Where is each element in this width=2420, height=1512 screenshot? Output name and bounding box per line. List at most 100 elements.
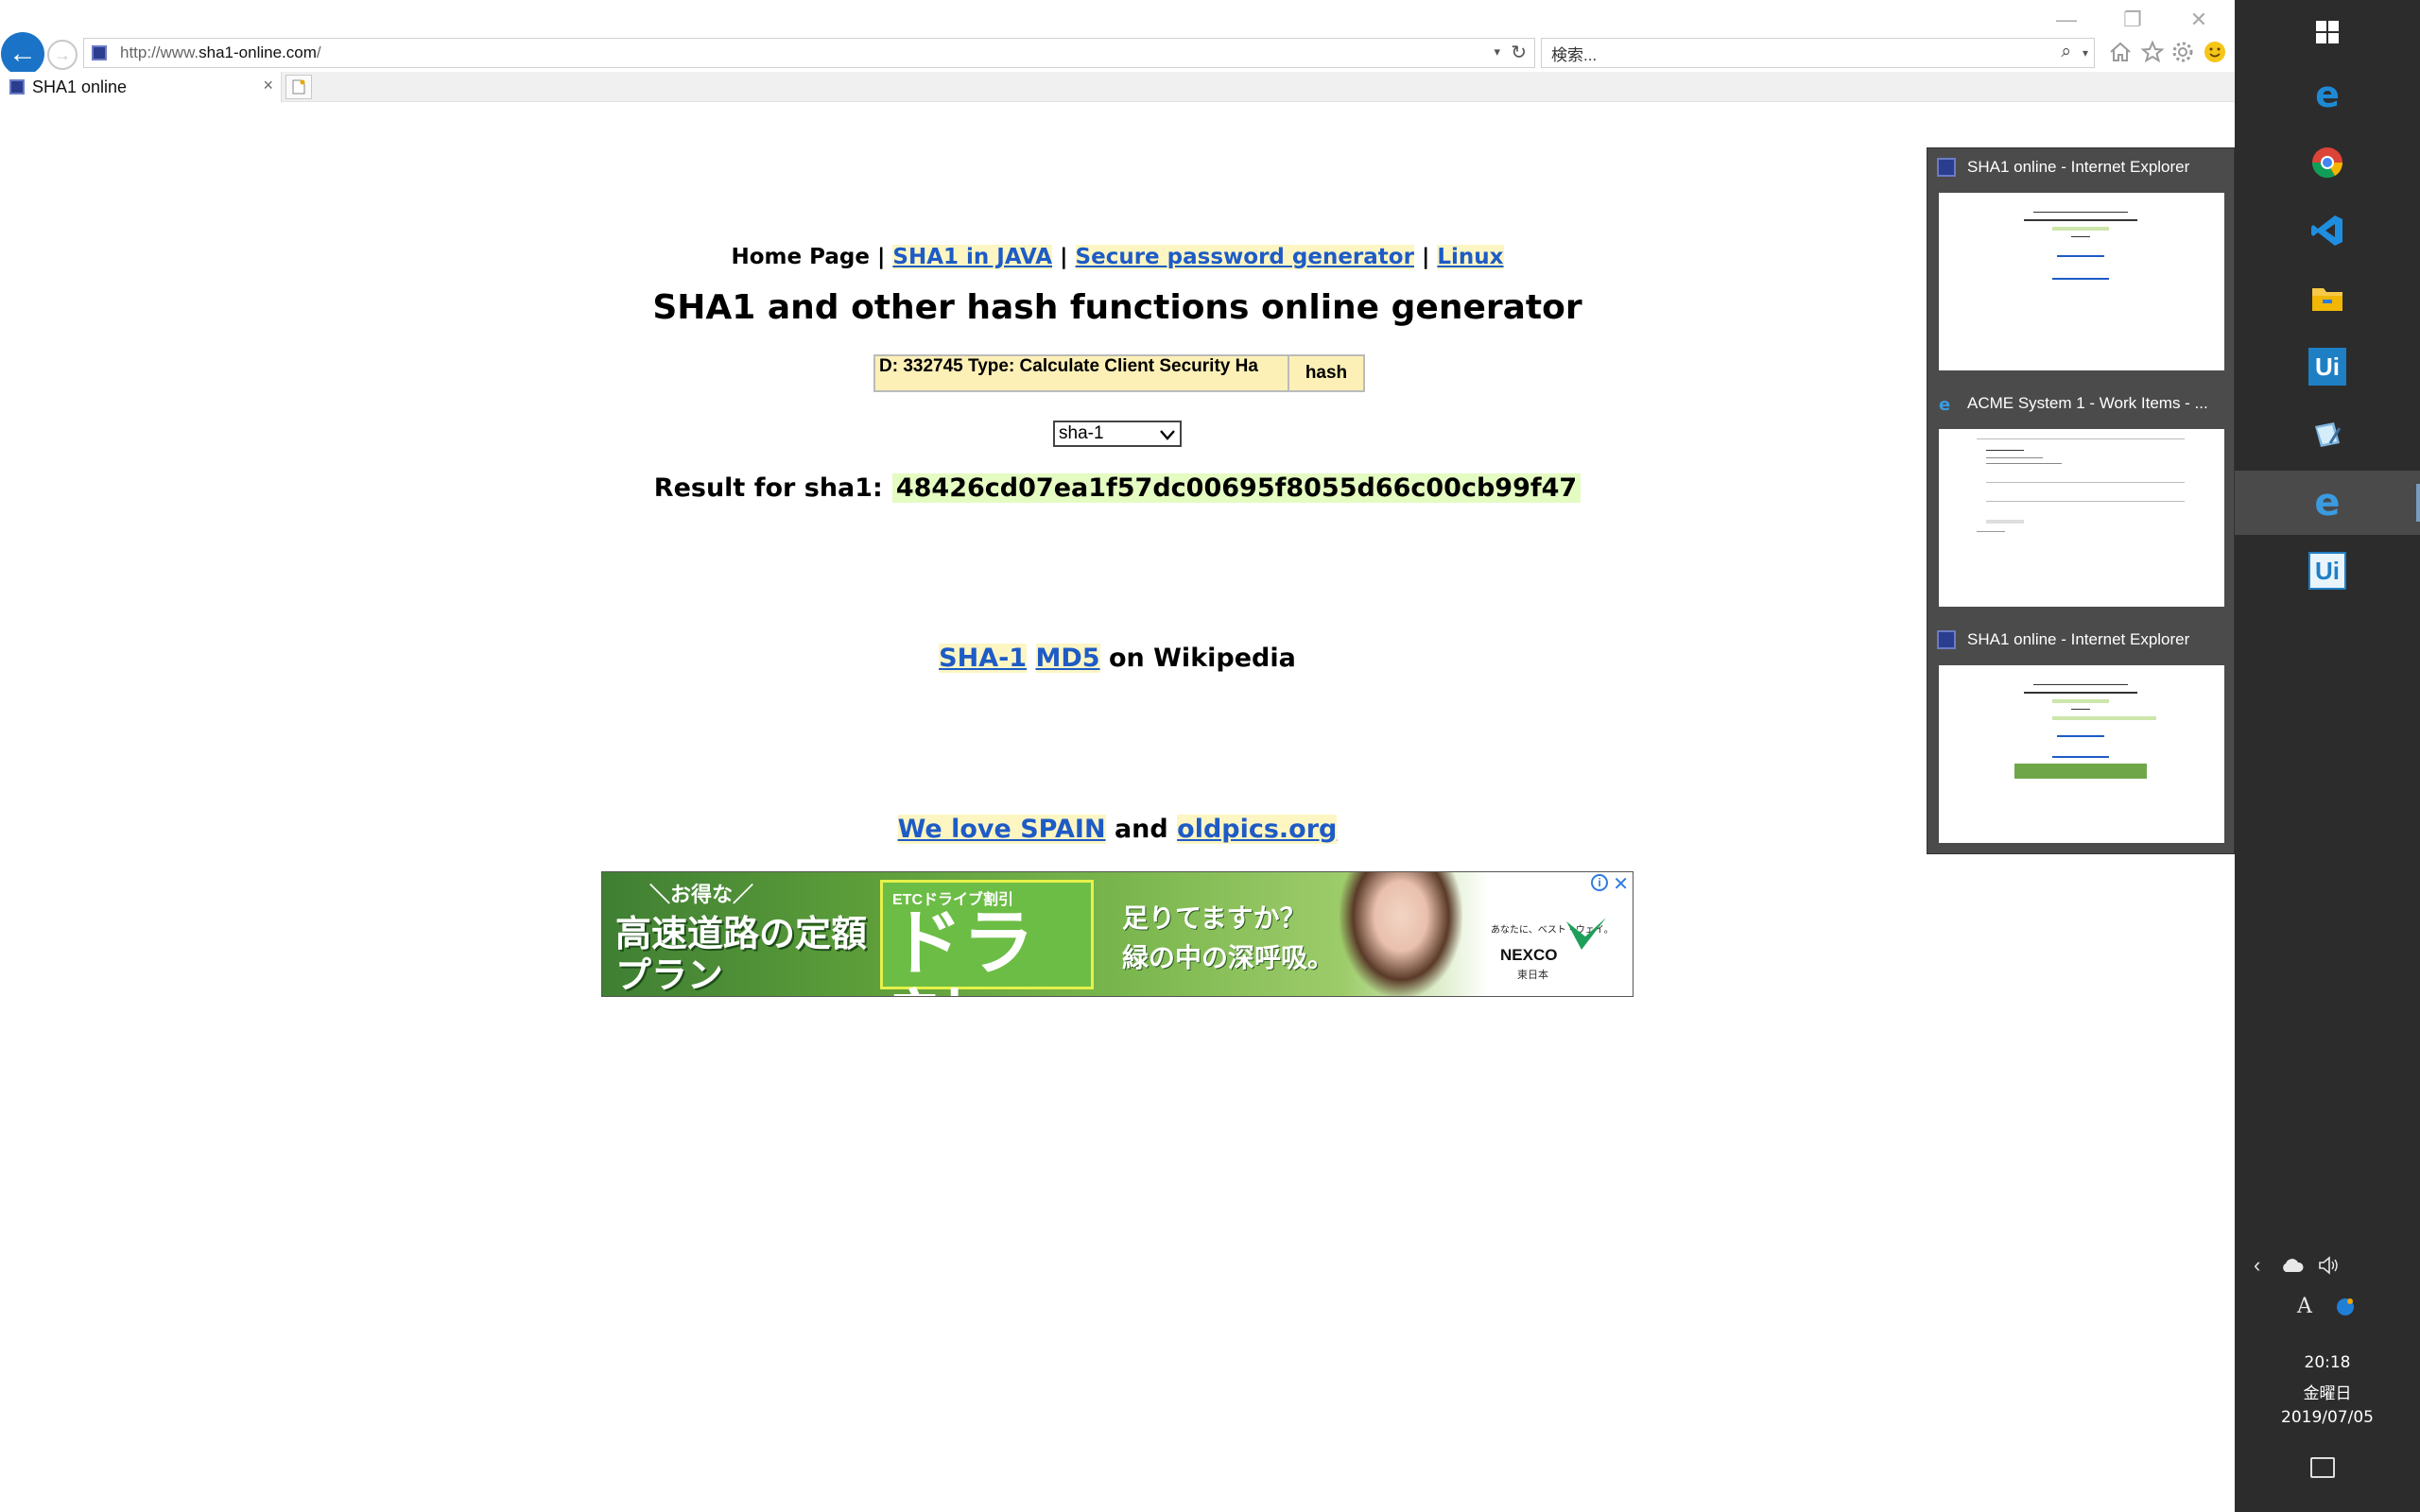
nav-separator: | (1060, 245, 1068, 269)
ad-tagline: ＼お得な／ (649, 883, 754, 906)
thumbnail-preview (1939, 665, 2224, 843)
hash-form: D: 332745 Type: Calculate Client Securit… (873, 354, 1365, 392)
new-tab-button[interactable] (285, 75, 312, 99)
thumbnail-preview (1939, 429, 2224, 607)
page-title: SHA1 and other hash functions online gen… (652, 288, 1582, 327)
thumbnail-title: SHA1 online - Internet Explorer (1967, 630, 2190, 648)
uipath-studio-icon[interactable]: Ui (2235, 335, 2420, 399)
hash-button[interactable]: hash (1289, 354, 1365, 392)
ad-copy: 足りてますか？ 緑の中の深呼吸。 (1122, 899, 1334, 978)
algorithm-select[interactable]: sha-1 (1053, 421, 1182, 447)
thumbnail-title: SHA1 online - Internet Explorer (1967, 158, 2190, 176)
browser-toolbar: ← → http://www.sha1-online.com/ ▾ ↻ 検索..… (0, 0, 2235, 83)
close-window-button[interactable]: ✕ (2180, 6, 2218, 34)
ad-close-icon[interactable]: ✕ (1613, 872, 1629, 895)
active-app-indicator (2416, 484, 2420, 522)
result-hash-value: 48426cd07ea1f57dc00695f8055d66c00cb99f47 (891, 473, 1582, 503)
and-text: and (1114, 815, 1168, 844)
home-icon[interactable] (2106, 38, 2135, 66)
edge-icon[interactable]: e (2235, 62, 2420, 127)
hash-text-input[interactable]: D: 332745 Type: Calculate Client Securit… (873, 354, 1289, 392)
link-we-love-spain[interactable]: We love SPAIN (897, 815, 1106, 844)
ad-badge: ETCドライブ割引 ドラ割 (880, 880, 1094, 996)
tab-close-icon[interactable]: × (263, 76, 273, 95)
onedrive-icon[interactable] (2280, 1255, 2305, 1280)
thumbnail-title: ACME System 1 - Work Items - ... (1967, 394, 2208, 412)
nexco-logo-icon (1566, 918, 1606, 950)
ad-model-image (1340, 872, 1462, 996)
search-icon[interactable]: ⌕ (2061, 42, 2071, 62)
action-center-icon[interactable] (2310, 1457, 2335, 1478)
nav-link-password-generator[interactable]: Secure password generator (1075, 245, 1414, 269)
windows-taskbar: e Ui e Ui ‹ A 20:18 金曜日 2019/07/05 (2235, 0, 2420, 1512)
ad-copy-line2: 緑の中の深呼吸。 (1122, 943, 1335, 972)
link-oldpics[interactable]: oldpics.org (1177, 815, 1338, 844)
advertisement-banner[interactable]: ＼お得な／ 高速道路の定額プラン ETCドライブ割引 ドラ割 足りてますか？ 緑… (601, 871, 1634, 997)
clock-date[interactable]: 2019/07/05 (2235, 1408, 2420, 1427)
back-button[interactable]: ← (1, 32, 44, 76)
chrome-icon[interactable] (2235, 130, 2420, 195)
search-placeholder: 検索... (1551, 45, 1598, 64)
clock-day[interactable]: 金曜日 (2235, 1380, 2420, 1403)
nav-separator: | (1421, 245, 1430, 269)
internet-explorer-icon: e (1939, 395, 1950, 413)
ad-copy-line1: 足りてますか？ (1122, 903, 1306, 933)
tab-favicon-icon (9, 79, 25, 94)
tab-strip: SHA1 online × (0, 72, 2235, 102)
maximize-button[interactable]: ❐ (2114, 6, 2152, 34)
thumbnail-sha1-online-1[interactable]: SHA1 online - Internet Explorer (1927, 148, 2236, 385)
top-navigation: Home Page | SHA1 in JAVA | Secure passwo… (0, 245, 2235, 269)
minimize-button[interactable]: — (2048, 6, 2085, 34)
forward-button[interactable]: → (47, 40, 78, 70)
algorithm-selected-value: sha-1 (1059, 423, 1104, 443)
feedback-smile-icon[interactable] (2201, 38, 2229, 66)
uipath-robot-icon[interactable]: Ui (2235, 539, 2420, 603)
thumbnail-sha1-online-2[interactable]: SHA1 online - Internet Explorer (1927, 621, 2236, 857)
clock-time[interactable]: 20:18 (2235, 1353, 2420, 1372)
thumbnail-acme-system[interactable]: e ACME System 1 - Work Items - ... (1927, 385, 2236, 621)
vscode-icon[interactable] (2235, 198, 2420, 263)
web-page: Home Page | SHA1 in JAVA | Secure passwo… (0, 103, 2235, 1512)
result-line: Result for sha1: 48426cd07ea1f57dc00695f8… (0, 473, 2235, 503)
ime-mode-icon[interactable]: A (2297, 1295, 2312, 1318)
search-input[interactable]: 検索... ⌕ ▾ (1541, 38, 2095, 68)
file-explorer-icon[interactable] (2235, 266, 2420, 331)
nav-separator: | (876, 245, 886, 269)
wiki-suffix: on Wikipedia (1108, 644, 1296, 673)
notepad-icon[interactable] (2235, 403, 2420, 467)
thumbnail-preview (1939, 193, 2224, 370)
windows-start-icon[interactable] (2235, 0, 2420, 64)
star-icon[interactable] (2138, 38, 2167, 66)
chevron-down-icon (1159, 421, 1176, 454)
tab-title: SHA1 online (32, 77, 128, 96)
result-label: Result for sha1: (653, 473, 883, 503)
partner-links: We love SPAIN and oldpics.org (0, 815, 2235, 844)
wiki-link-md5[interactable]: MD5 (1035, 644, 1100, 673)
nav-home-label: Home Page (731, 245, 870, 269)
address-bar[interactable]: http://www.sha1-online.com/ ▾ ↻ (83, 38, 1535, 68)
tab-sha1-online[interactable]: SHA1 online × (0, 72, 282, 102)
site-favicon-icon (1937, 158, 1956, 177)
svg-text:e: e (1939, 395, 1950, 413)
ad-headline: 高速道路の定額プラン (615, 915, 868, 996)
address-dropdown-icon[interactable]: ▾ (1494, 44, 1500, 60)
volume-icon[interactable] (2318, 1255, 2341, 1281)
gear-icon[interactable] (2169, 38, 2197, 66)
taskbar-thumbnail-popup: SHA1 online - Internet Explorer e ACME S… (1927, 147, 2235, 854)
wikipedia-links: SHA-1 MD5 on Wikipedia (0, 644, 2235, 673)
ad-logo-text: NEXCO (1500, 946, 1558, 964)
refresh-icon[interactable]: ↻ (1511, 41, 1527, 64)
ad-logo-subtext: 東日本 (1517, 970, 1548, 981)
search-dropdown-icon[interactable]: ▾ (2083, 46, 2088, 60)
site-favicon-icon (1937, 630, 1956, 649)
ad-badge-big-text: ドラ割 (890, 903, 1034, 996)
site-favicon-icon (92, 45, 107, 60)
internet-explorer-icon[interactable]: e (2235, 471, 2420, 535)
ad-info-icon[interactable]: i (1591, 874, 1608, 891)
network-status-icon[interactable] (2335, 1297, 2356, 1323)
address-url[interactable]: http://www.sha1-online.com/ (120, 43, 321, 62)
nav-link-linux[interactable]: Linux (1437, 245, 1504, 269)
wiki-link-sha1[interactable]: SHA-1 (939, 644, 1028, 673)
nav-link-sha1-java[interactable]: SHA1 in JAVA (892, 245, 1053, 269)
show-hidden-icons-chevron-icon[interactable]: ‹ (2254, 1253, 2260, 1278)
